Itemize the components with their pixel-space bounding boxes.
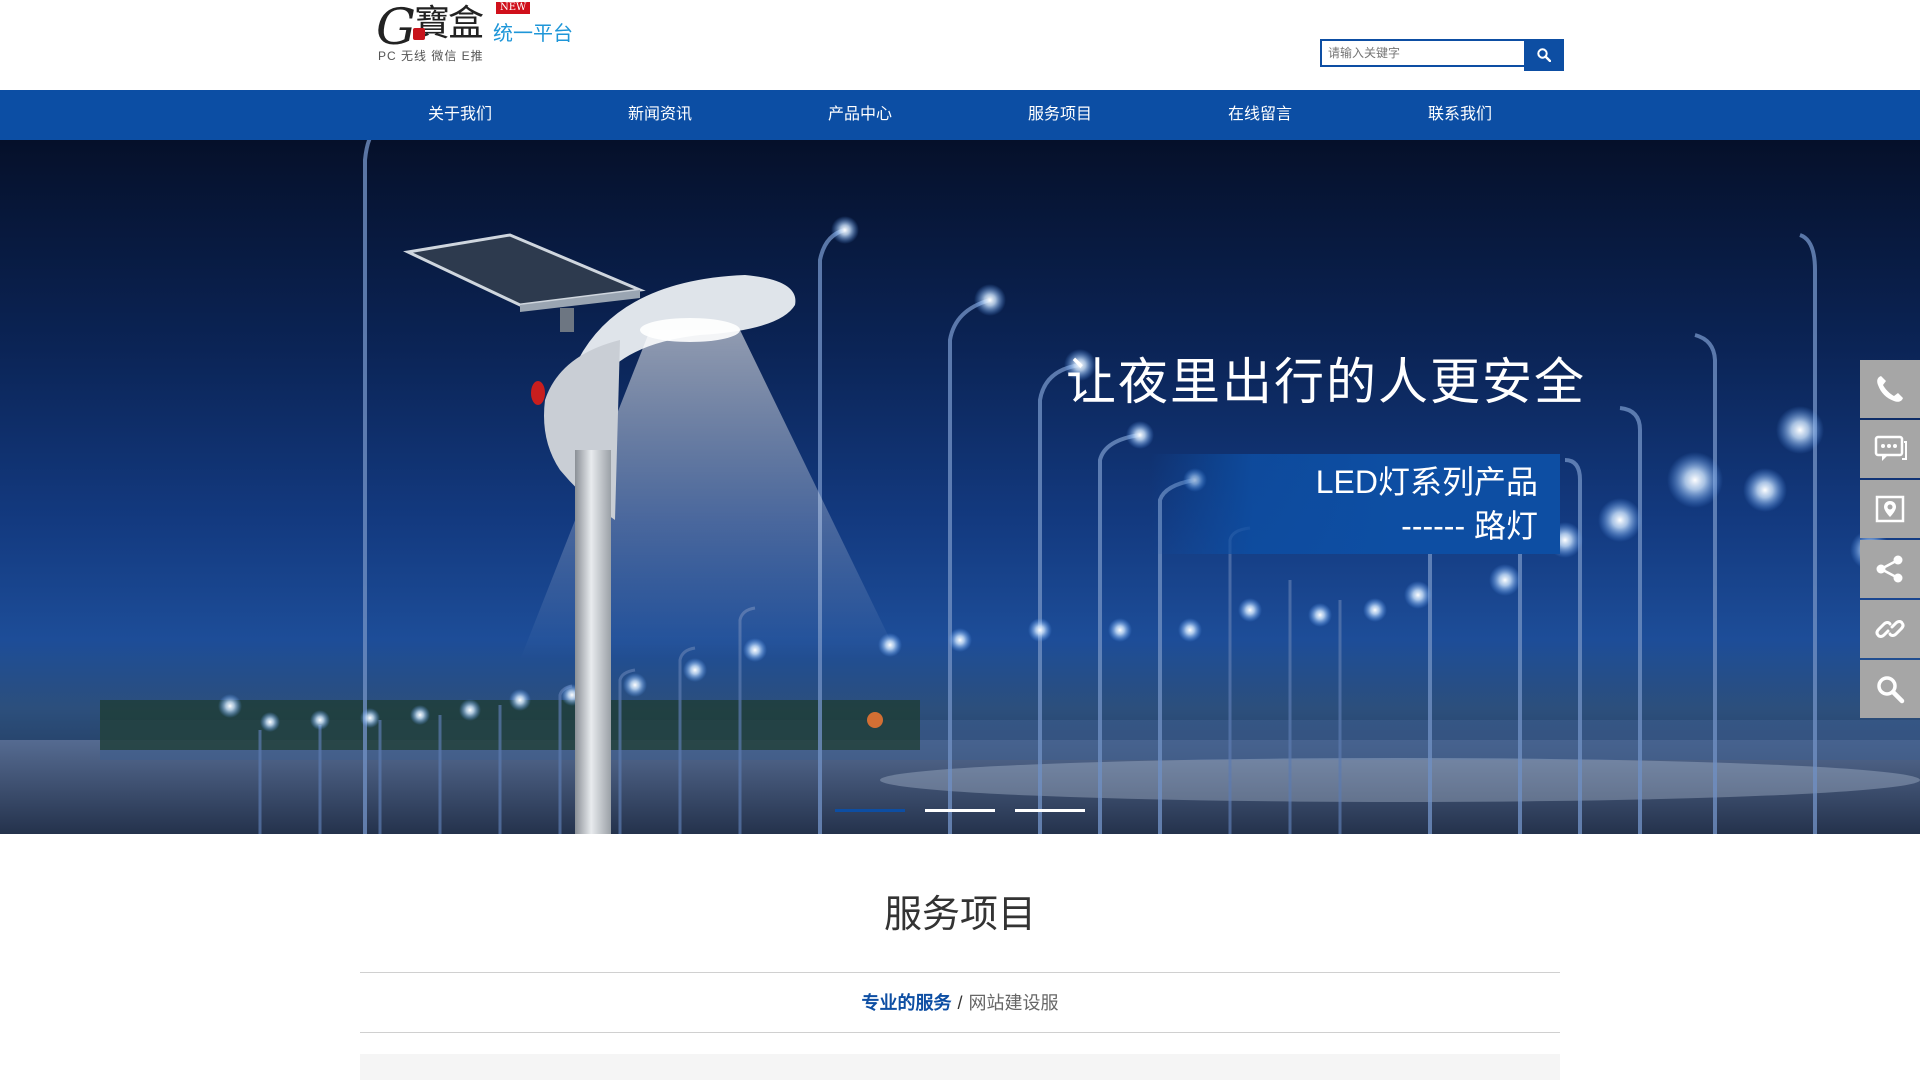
- slider-dot-2[interactable]: [925, 809, 995, 812]
- side-share-button[interactable]: [1860, 540, 1920, 598]
- nav-item-message[interactable]: 在线留言: [1160, 90, 1360, 140]
- link-icon: [1875, 620, 1905, 638]
- slider-dots: [835, 809, 1085, 813]
- section-subtitle-light: 网站建设服: [968, 993, 1059, 1013]
- side-search-button[interactable]: [1860, 660, 1920, 718]
- section-subtitle: 专业的服务 / 网站建设服: [360, 990, 1560, 1016]
- site-logo[interactable]: G 寶盒 NEW 统一平台 PC 无线 微信 E推: [376, 0, 576, 70]
- section-title: 服务项目: [883, 894, 1036, 936]
- section-subtitle-separator: /: [957, 993, 963, 1013]
- search-icon: [1877, 676, 1905, 704]
- nav-item-about[interactable]: 关于我们: [360, 90, 560, 140]
- nav-items: 关于我们 新闻资讯 产品中心 服务项目 在线留言 联系我们: [360, 90, 1560, 140]
- phone-icon: [1877, 376, 1903, 402]
- share-icon: [1876, 555, 1903, 583]
- message-icon: [1874, 435, 1907, 461]
- banner-caption-box: LED灯系列产品 ------ 路灯: [1150, 454, 1560, 554]
- search-button[interactable]: [1524, 39, 1564, 71]
- side-phone-button[interactable]: [1860, 360, 1920, 418]
- logo-g-mark: G: [376, 0, 416, 56]
- nav-item-contact[interactable]: 联系我们: [1360, 90, 1560, 140]
- side-link-button[interactable]: [1860, 600, 1920, 658]
- slider-dot-1[interactable]: [835, 809, 905, 812]
- main-nav: 关于我们 新闻资讯 产品中心 服务项目 在线留言 联系我们: [0, 90, 1920, 140]
- banner-street-scene: [0, 140, 1920, 834]
- section-divider-bottom: [360, 1032, 1560, 1033]
- hero-banner[interactable]: 让夜里出行的人更安全 LED灯系列产品 ------ 路灯: [0, 140, 1920, 834]
- logo-platform-text: 统一平台: [493, 23, 573, 45]
- nav-item-products[interactable]: 产品中心: [760, 90, 960, 140]
- site-header: G 寶盒 NEW 统一平台 PC 无线 微信 E推: [0, 0, 1920, 90]
- side-message-button[interactable]: [1860, 420, 1920, 478]
- search-icon: [1537, 48, 1551, 62]
- search-bar: [1320, 39, 1564, 71]
- side-toolbar: [1860, 360, 1920, 720]
- section-subtitle-strong: 专业的服务: [861, 993, 952, 1013]
- logo-seal-icon: [413, 28, 425, 40]
- nav-item-news[interactable]: 新闻资讯: [560, 90, 760, 140]
- banner-headline: 让夜里出行的人更安全: [1066, 354, 1586, 410]
- slider-dot-3[interactable]: [1015, 809, 1085, 812]
- map-icon: [1875, 495, 1905, 523]
- logo-subtitle: PC 无线 微信 E推: [378, 49, 484, 63]
- section-content-area: [360, 1054, 1560, 1080]
- section-divider-top: [360, 972, 1560, 973]
- logo-new-badge: NEW: [496, 2, 531, 14]
- side-map-button[interactable]: [1860, 480, 1920, 538]
- banner-caption-line1: LED灯系列产品: [1315, 464, 1538, 500]
- banner-caption-line2: ------ 路灯: [1401, 508, 1538, 544]
- nav-item-services[interactable]: 服务项目: [960, 90, 1160, 140]
- search-input[interactable]: [1320, 39, 1530, 67]
